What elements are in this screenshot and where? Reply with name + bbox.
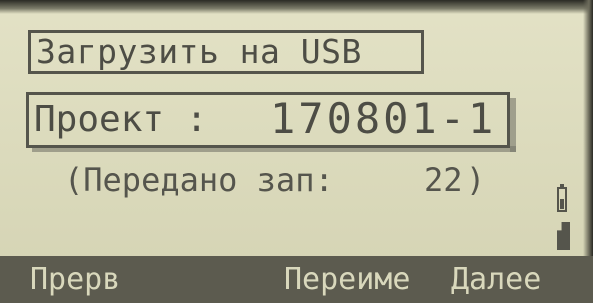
project-label: Проект : — [34, 99, 208, 140]
screen-bezel-top — [0, 0, 593, 14]
project-value[interactable]: 170801-1 — [270, 94, 496, 144]
memory-card-icon — [557, 222, 570, 250]
transfer-count: 22 — [424, 161, 463, 199]
project-frame-shadow-right — [510, 98, 516, 152]
lcd-screen: Загрузить на USB Проект : 170801-1 (Пере… — [0, 0, 593, 303]
softkey-next[interactable]: Далее — [451, 256, 541, 303]
softkey-rename[interactable]: Переиме — [284, 256, 410, 303]
transfer-close-paren: ) — [466, 161, 486, 199]
softkey-abort[interactable]: Прерв — [30, 256, 120, 303]
battery-level — [560, 199, 564, 209]
transfer-label: (Передано зап: — [64, 161, 334, 199]
battery-icon — [557, 184, 567, 212]
screen-title: Загрузить на USB — [36, 32, 362, 71]
